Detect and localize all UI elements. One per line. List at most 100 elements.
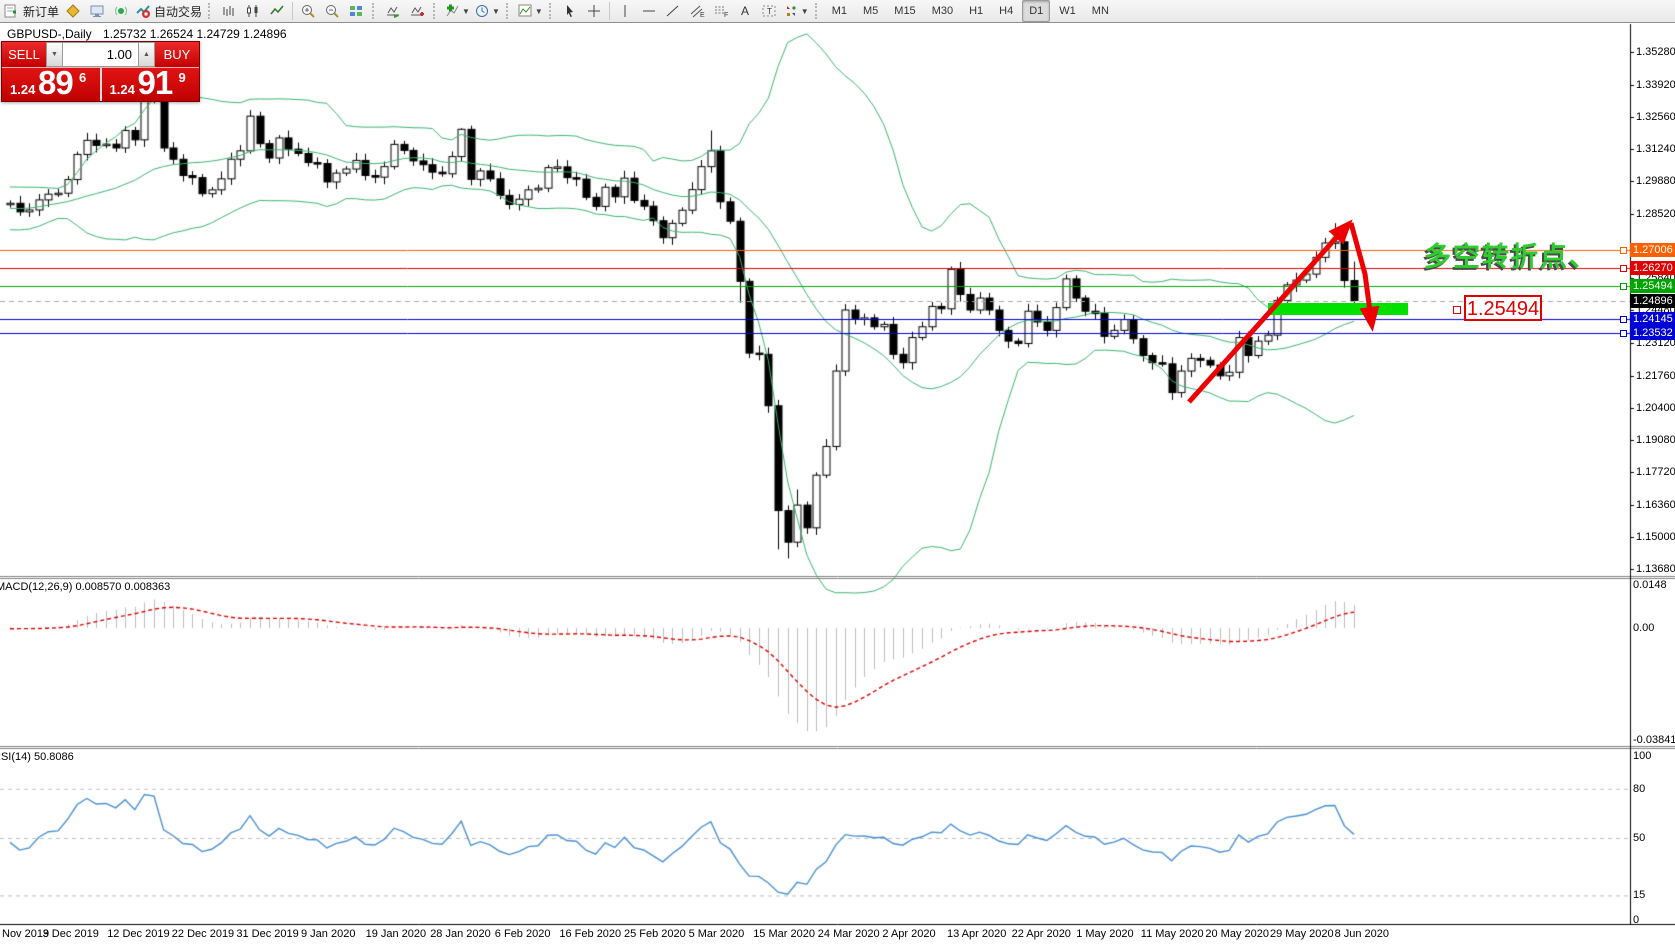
rsi-axis-tick: 100: [1633, 750, 1652, 762]
rsi-axis-tick: 0: [1633, 914, 1640, 926]
tf-button-M30[interactable]: M30: [925, 0, 960, 22]
green-zone-rectangle[interactable]: [1268, 303, 1408, 315]
text-label-icon[interactable]: T: [758, 0, 780, 22]
date-axis-label: 19 Jan 2020: [365, 928, 427, 940]
chevron-down-icon[interactable]: ▼: [462, 7, 470, 16]
date-axis-label: 29 May 2020: [1270, 928, 1334, 940]
date-axis-label: 11 May 2020: [1140, 928, 1204, 940]
periods-icon[interactable]: ▼: [473, 0, 501, 22]
volume-input[interactable]: 1.00: [63, 42, 138, 67]
arrows-icon[interactable]: ▼: [782, 0, 810, 22]
new-order-icon[interactable]: 新订单: [3, 0, 60, 22]
chart-window[interactable]: GBPUSD-,Daily 1.25732 1.26524 1.24729 1.…: [0, 23, 1675, 944]
trendline-icon: [665, 3, 681, 19]
chinese-annotation[interactable]: 多空转折点、: [1424, 235, 1598, 274]
volume-down-button[interactable]: ▼: [46, 42, 63, 67]
buy-button[interactable]: BUY: [155, 42, 199, 67]
tf-button-MN[interactable]: MN: [1085, 0, 1116, 22]
crosshair-icon[interactable]: [583, 0, 605, 22]
sell-price-display[interactable]: 1.24 89 6: [2, 68, 102, 101]
date-axis-label: 15 Mar 2020: [753, 928, 815, 940]
hline-handle[interactable]: [1620, 264, 1627, 272]
sell-price-small: 1.24: [10, 82, 36, 97]
tf-button-H1[interactable]: H1: [962, 0, 990, 22]
indicators-icon[interactable]: ▼: [443, 0, 471, 22]
crosshair-icon: [586, 3, 602, 19]
mt4-window: 新订单 自动交易 ▼ ▼ ▼ E F A T ▼ M1 M5 M15 M30 H1 H4 D1 W1 MN GBPU…: [0, 0, 1675, 944]
date-axis-label: 20 May 2020: [1205, 928, 1269, 940]
tf-button-H4[interactable]: H4: [992, 0, 1020, 22]
autotrading-label: 自动交易: [154, 4, 203, 19]
bar-chart-icon: [221, 3, 237, 19]
mql5-community-icon[interactable]: [110, 0, 132, 22]
date-axis-label: 13 Apr 2020: [947, 928, 1007, 940]
price-axis-tick: 1.29880: [1636, 175, 1675, 188]
chevron-down-icon[interactable]: ▼: [492, 7, 500, 16]
tf-button-M15[interactable]: M15: [887, 0, 922, 22]
sell-button[interactable]: SELL: [2, 42, 46, 67]
date-axis-label: 5 Mar 2020: [688, 928, 745, 940]
market-watch-icon[interactable]: [62, 0, 84, 22]
zoom-in-icon: [300, 3, 316, 19]
svg-text:A: A: [741, 4, 749, 18]
date-axis-label: 24 Mar 2020: [817, 928, 880, 940]
zoom-in-icon[interactable]: [297, 0, 319, 22]
price-callout-box[interactable]: 1.25494: [1464, 295, 1542, 321]
tf-button-D1[interactable]: D1: [1022, 0, 1051, 22]
chart-canvas[interactable]: [0, 23, 1675, 944]
date-axis-label: 2 Apr 2020: [882, 928, 936, 940]
toolbar-handle: [372, 3, 377, 19]
rsi-axis-tick: 50: [1633, 832, 1646, 844]
buy-price-small: 1.24: [109, 82, 135, 97]
equidistant-channel-icon[interactable]: E: [686, 0, 708, 22]
price-axis-tick: 1.31240: [1636, 142, 1675, 155]
text-icon: A: [737, 3, 753, 19]
cursor-icon[interactable]: [559, 0, 581, 22]
tile-windows-icon[interactable]: [345, 0, 367, 22]
price-axis-tick: 1.17720: [1636, 466, 1675, 479]
auto-scroll-icon[interactable]: [382, 0, 404, 22]
zoom-out-icon[interactable]: [321, 0, 343, 22]
hline-handle[interactable]: [1620, 247, 1627, 255]
vertical-line-icon: [617, 3, 633, 19]
chart-ohlc-header: GBPUSD-,Daily 1.25732 1.26524 1.24729 1.…: [7, 27, 287, 41]
tf-button-M5[interactable]: M5: [856, 0, 885, 22]
data-window-icon[interactable]: [86, 0, 108, 22]
text-icon[interactable]: A: [734, 0, 756, 22]
chart-shift-icon[interactable]: [406, 0, 428, 22]
horizontal-line-icon[interactable]: [638, 0, 660, 22]
autotrading-icon[interactable]: 自动交易: [134, 0, 203, 22]
volume-up-button[interactable]: ▲: [138, 42, 155, 67]
tf-button-W1[interactable]: W1: [1052, 0, 1083, 22]
market-watch-icon: [65, 3, 81, 19]
hline-handle[interactable]: [1620, 283, 1627, 291]
trendline-icon[interactable]: [662, 0, 684, 22]
fibonacci-icon[interactable]: F: [710, 0, 732, 22]
buy-price-display[interactable]: 1.24 91 9: [101, 68, 199, 101]
toolbar-handle: [433, 3, 438, 19]
bar-chart-icon[interactable]: [218, 0, 240, 22]
price-axis-tick: 1.13680: [1636, 562, 1675, 575]
sell-price-big: 89: [38, 68, 74, 101]
svg-text:T: T: [767, 7, 772, 16]
data-window-icon: [89, 3, 105, 19]
templates-icon[interactable]: ▼: [516, 0, 544, 22]
price-tag: 1.24145: [1630, 311, 1675, 326]
cursor-icon: [562, 3, 578, 19]
tf-button-M1[interactable]: M1: [825, 0, 854, 22]
vertical-line-icon[interactable]: [614, 0, 636, 22]
date-axis-label: 9 Jan 2020: [301, 928, 356, 940]
hline-handle[interactable]: [1620, 330, 1627, 338]
price-callout-handle[interactable]: [1453, 306, 1461, 314]
toolbar-handle: [208, 3, 213, 19]
line-chart-icon[interactable]: [266, 0, 288, 22]
chevron-down-icon[interactable]: ▼: [801, 7, 809, 16]
chevron-down-icon[interactable]: ▼: [535, 7, 543, 16]
price-tag: 1.24896: [1630, 293, 1675, 308]
new-order-label: 新订单: [23, 4, 60, 19]
candlestick-chart-icon: [245, 3, 261, 19]
candlestick-chart-icon[interactable]: [242, 0, 264, 22]
fibonacci-icon: F: [713, 3, 729, 19]
hline-handle[interactable]: [1620, 315, 1627, 323]
price-axis-tick: 1.28520: [1636, 207, 1675, 220]
